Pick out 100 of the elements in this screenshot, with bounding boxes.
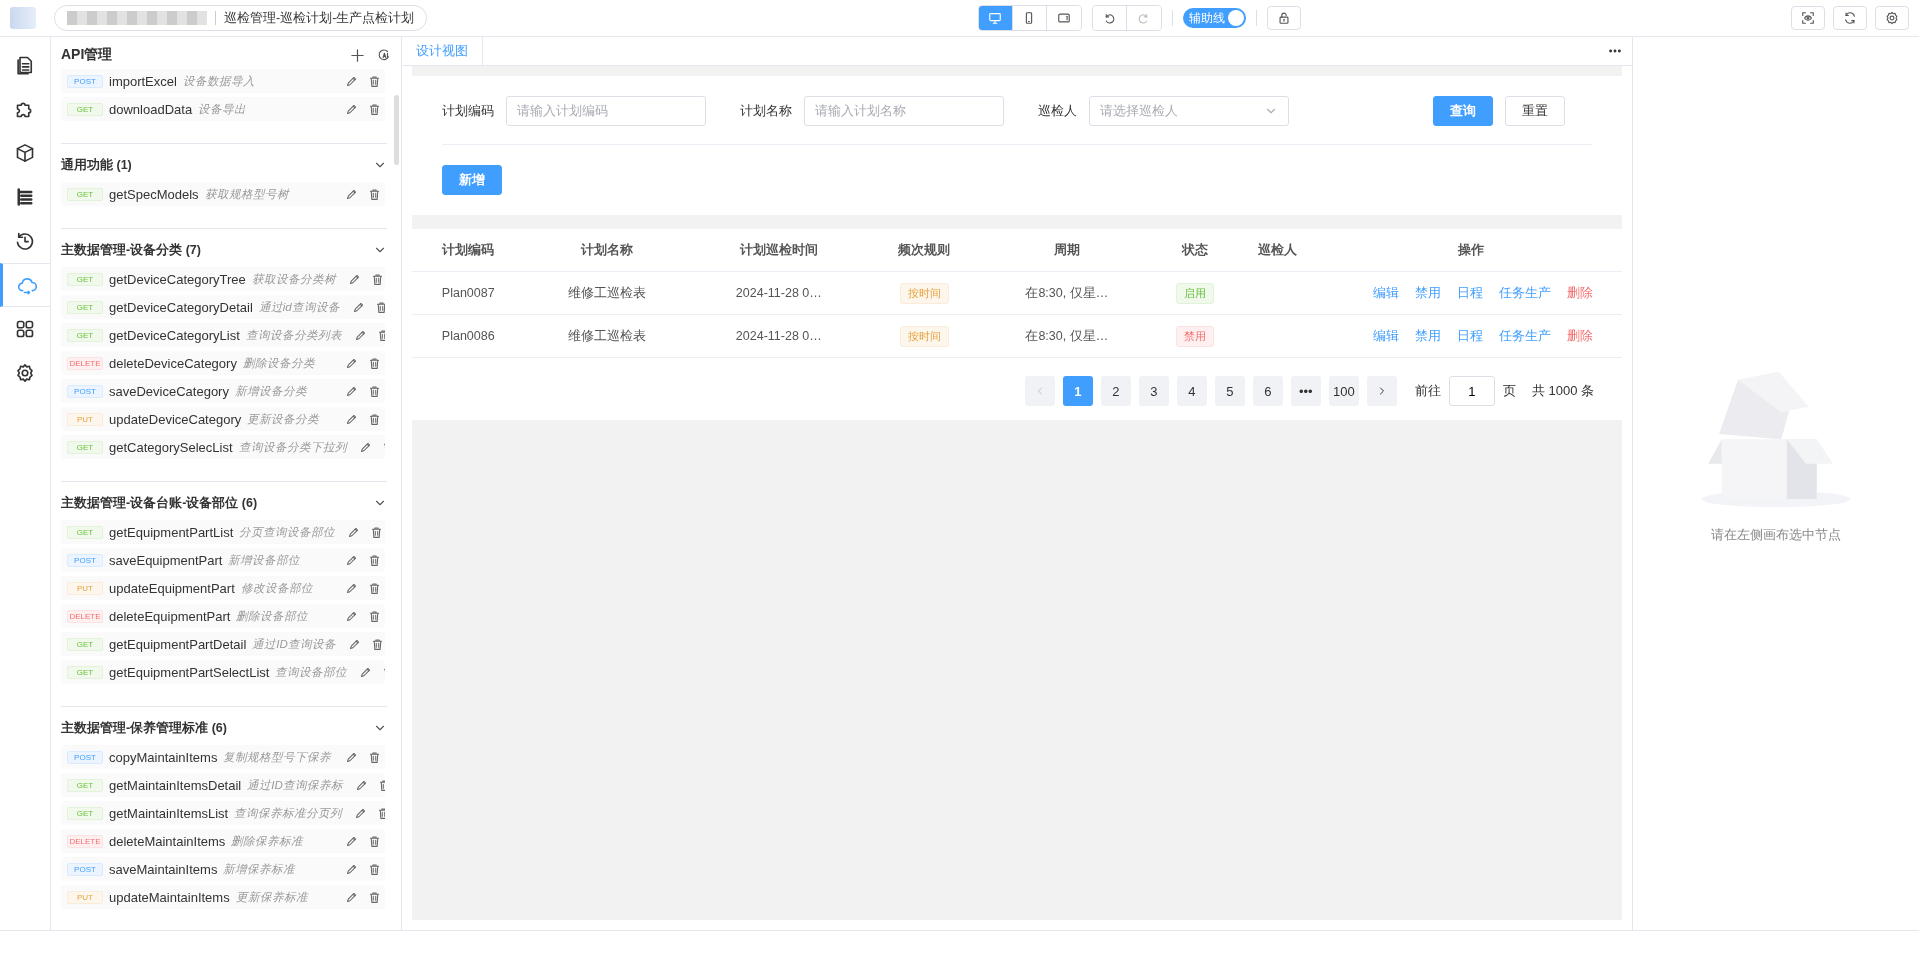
scrollbar-thumb[interactable] [394, 95, 399, 165]
api-list-item[interactable]: DELETE deleteMaintainItems 删除保养标准 [61, 829, 385, 853]
column-header: 操作 [1458, 242, 1484, 257]
api-description: 查询保养标准分页列 [234, 805, 343, 821]
table-cell: 2024-11-28 0… [735, 329, 822, 343]
api-list-item[interactable]: DELETE deleteDeviceCategory 删除设备分类 [61, 351, 385, 375]
api-list-item[interactable]: POST saveMaintainItems 新增保养标准 [61, 857, 385, 881]
table-cell: 2024-11-28 0… [735, 286, 822, 300]
page-button[interactable]: 2 [1100, 376, 1131, 406]
page-button[interactable]: 100 [1328, 376, 1359, 406]
input-field[interactable]: 请输入计划名称 [804, 96, 1004, 126]
reset-button[interactable]: 重置 [1505, 96, 1565, 126]
api-list-item[interactable]: GET getEquipmentPartList 分页查询设备部位 [61, 520, 385, 544]
api-list-item[interactable]: PUT updateDeviceCategory 更新设备分类 [61, 407, 385, 431]
api-list-item[interactable]: GET getCategorySelecList 查询设备分类下拉列 [61, 435, 385, 459]
api-list-item[interactable]: POST saveDeviceCategory 新增设备分类 [61, 379, 385, 403]
refresh-button[interactable] [1833, 6, 1867, 30]
settings-button[interactable] [1875, 6, 1909, 30]
method-tag: GET [67, 300, 103, 314]
page-button[interactable]: ••• [1290, 376, 1321, 406]
column-header: 状态 [1181, 242, 1208, 257]
api-list-item[interactable]: POST importExcel 设备数据导入 [61, 69, 385, 93]
api-list-item[interactable]: GET getDeviceCategoryList 查询设备分类列表 [61, 323, 385, 347]
undo-button[interactable] [1092, 6, 1127, 30]
table-cell: 维修工巡检表 [567, 328, 646, 343]
api-description: 获取规格型号树 [204, 186, 289, 202]
page-button[interactable]: 5 [1214, 376, 1245, 406]
method-tag: POST [67, 74, 103, 88]
api-list-item[interactable]: DELETE deleteEquipmentPart 删除设备部位 [61, 604, 385, 628]
ai-icon [377, 48, 391, 62]
api-list-item[interactable]: GET getMaintainItemsList 查询保养标准分页列 [61, 801, 385, 825]
pencil-icon [345, 384, 358, 398]
trash-icon [370, 637, 384, 651]
api-description: 更新设备分类 [247, 411, 320, 427]
api-description: 分页查询设备部位 [239, 524, 336, 540]
method-tag: GET [67, 525, 103, 539]
trash-icon [376, 328, 385, 342]
api-list-item[interactable]: PUT updateEquipmentPart 修改设备部位 [61, 576, 385, 600]
trash-icon [368, 890, 381, 904]
page-button[interactable]: 6 [1252, 376, 1283, 406]
breadcrumb: 巡检管理-巡检计划-生产点检计划 [224, 9, 415, 27]
filter-label: 计划编码 [442, 102, 494, 120]
page-button[interactable]: 3 [1138, 376, 1169, 406]
api-list-item[interactable]: GET getDeviceCategoryDetail 通过id查询设备 [61, 295, 385, 319]
api-description: 查询设备部位 [275, 664, 348, 680]
column-header: 巡检人 [1258, 242, 1298, 257]
method-tag: GET [67, 665, 103, 679]
table-cell: Plan0086 [441, 329, 495, 343]
api-name: getCategorySelecList [109, 439, 233, 455]
api-list-item[interactable]: GET getEquipmentPartSelectList 查询设备部位 [61, 660, 385, 684]
pencil-icon [345, 609, 358, 623]
method-tag: DELETE [67, 834, 103, 848]
device-mode-button[interactable] [978, 6, 1013, 30]
api-list-item[interactable]: GET getEquipmentPartDetail 通过ID查询设备 [61, 632, 385, 656]
api-description: 修改设备部位 [240, 580, 313, 596]
api-list-item[interactable]: POST saveEquipmentPart 新增设备部位 [61, 548, 385, 572]
list-tree-icon [15, 187, 35, 207]
column-header: 频次规则 [898, 242, 951, 257]
api-description: 设备数据导入 [182, 73, 255, 89]
api-list-item[interactable]: GET downloadData 设备导出 [61, 97, 385, 121]
cube-icon [15, 143, 35, 163]
input-field[interactable]: 请输入计划编码 [506, 96, 706, 126]
api-name: updateEquipmentPart [109, 580, 235, 596]
pencil-icon [353, 328, 367, 342]
filter-label: 计划名称 [740, 102, 792, 120]
api-name: getMaintainItemsList [109, 805, 229, 821]
api-name: saveDeviceCategory [109, 383, 229, 399]
trash-icon [368, 412, 381, 426]
api-list-item[interactable]: GET getSpecModels 获取规格型号树 [61, 182, 385, 206]
table-cell: Plan0087 [441, 286, 495, 300]
rule-tag: 按时间 [899, 282, 949, 304]
api-description: 新增设备部位 [228, 552, 301, 568]
page-button[interactable]: 4 [1176, 376, 1207, 406]
lock-button[interactable] [1266, 6, 1301, 30]
method-tag: GET [67, 102, 103, 116]
status-tag: 禁用 [1175, 325, 1214, 347]
method-tag: POST [67, 553, 103, 567]
method-tag: DELETE [67, 356, 103, 370]
method-tag: PUT [67, 890, 103, 904]
api-list-item[interactable]: GET getDeviceCategoryTree 获取设备分类树 [61, 267, 385, 291]
trash-icon [368, 553, 381, 567]
preview-button[interactable] [1791, 6, 1825, 30]
api-description: 通过ID查询设备 [252, 636, 336, 652]
pencil-icon [345, 750, 358, 764]
api-description: 查询设备分类下拉列 [238, 439, 347, 455]
pencil-icon [347, 525, 361, 539]
desktop-icon [988, 11, 1003, 25]
pencil-icon [359, 665, 373, 679]
page-input[interactable]: 1 [1448, 376, 1495, 406]
api-list-item[interactable]: GET getMaintainItemsDetail 通过ID查询保养标 [61, 773, 385, 797]
trash-icon [374, 300, 385, 314]
trash-icon [370, 525, 384, 539]
api-list-item[interactable]: POST copyMaintainItems 复制规格型号下保养 [61, 745, 385, 769]
method-tag: POST [67, 750, 103, 764]
method-tag: DELETE [67, 609, 103, 623]
api-name: getEquipmentPartSelectList [109, 664, 270, 680]
api-list-item[interactable]: PUT updateMaintainItems 更新保养标准 [61, 885, 385, 909]
plus-icon [350, 47, 365, 63]
api-name: deleteMaintainItems [109, 833, 226, 849]
method-tag: GET [67, 806, 103, 820]
